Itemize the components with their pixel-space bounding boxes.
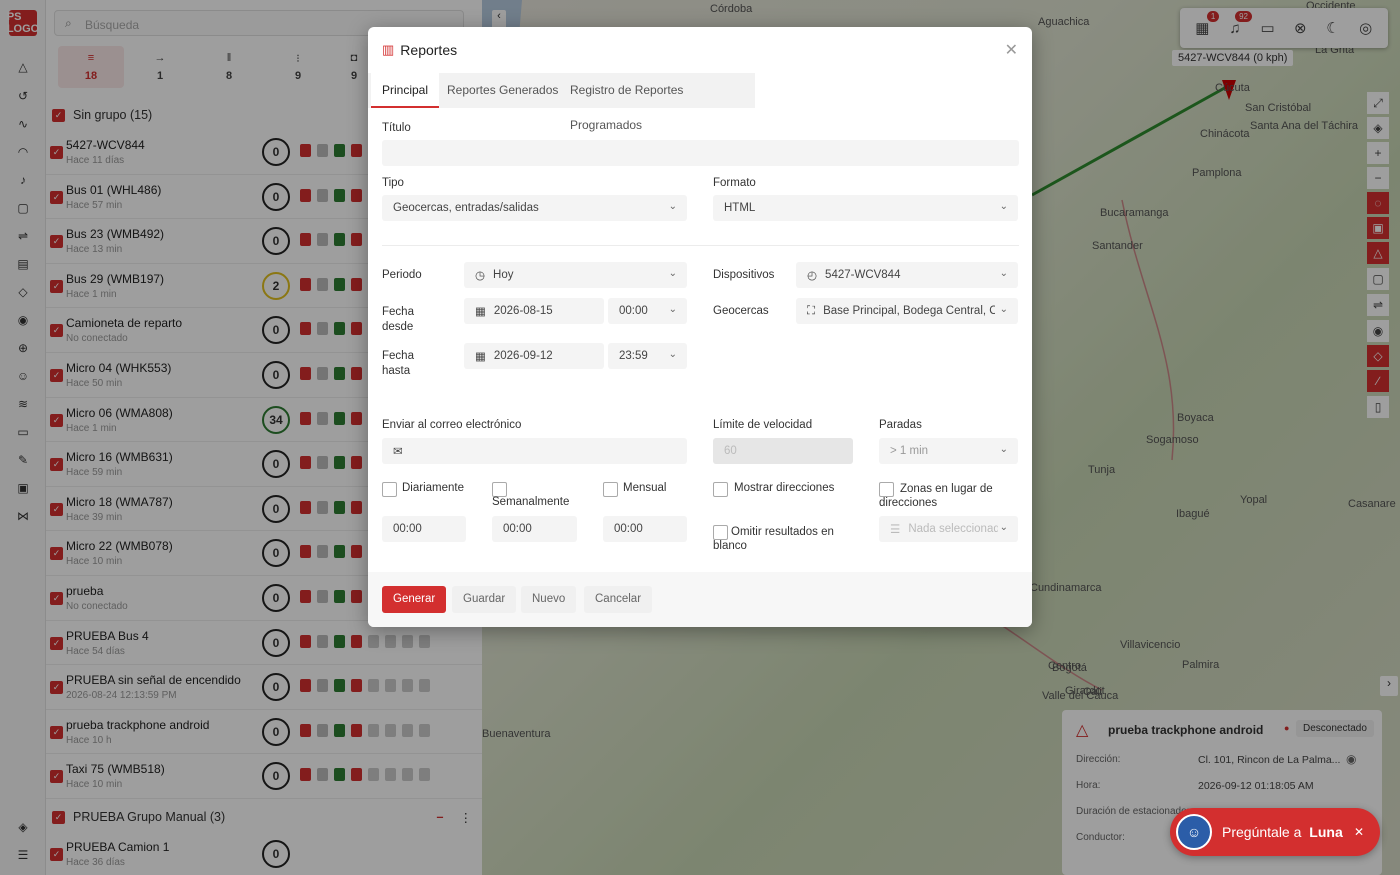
zonas-select-value: Nada seleccionado [908, 523, 999, 535]
limite-placeholder: 60 [724, 445, 737, 457]
tab-principal[interactable]: Principal [371, 73, 440, 108]
tab-bar: Principal Reportes Generados Registro de… [368, 73, 1032, 132]
diario-checkbox[interactable] [382, 482, 397, 497]
mensual-checkbox[interactable] [603, 482, 618, 497]
fecha-desde-label: Fecha desde [382, 306, 414, 333]
dispositivos-value: 5427-WCV844 [825, 269, 901, 281]
geofence-icon: ⛶ [807, 304, 816, 317]
envelope-icon: ✉ [393, 446, 403, 458]
chevron-down-icon: ⌄ [999, 268, 1008, 279]
tab-reportes-generados[interactable]: Reportes Generados [436, 73, 569, 108]
mensual-time[interactable]: 00:00 [603, 516, 687, 542]
semanal-checkbox[interactable] [492, 482, 507, 497]
titulo-input[interactable] [382, 140, 1019, 166]
mensual-label: Mensual [623, 482, 667, 494]
guardar-button[interactable]: Guardar [452, 586, 517, 613]
mostrar-dir-label: Mostrar direcciones [734, 482, 835, 494]
diario-time[interactable]: 00:00 [382, 516, 466, 542]
divider [382, 245, 1019, 246]
device-icon: ◴ [807, 270, 818, 282]
chevron-down-icon: ⌄ [999, 201, 1008, 212]
semanal-time[interactable]: 00:00 [492, 516, 577, 542]
chevron-down-icon: ⌄ [999, 444, 1008, 455]
robot-avatar-icon: ☺ [1176, 814, 1212, 850]
fecha-hasta-time-value: 23:59 [619, 350, 648, 362]
tipo-select[interactable]: Geocercas, entradas/salidas ⌄ [382, 195, 687, 221]
zonas-label: Zonas en lugar de direcciones [879, 483, 993, 509]
clock-icon: ◷ [475, 270, 486, 282]
close-icon[interactable]: ✕ [1354, 825, 1364, 839]
list-icon: ☰ [890, 524, 901, 536]
dispositivos-select[interactable]: ◴ 5427-WCV844 ⌄ [796, 262, 1018, 288]
cancelar-button[interactable]: Cancelar [584, 586, 653, 613]
semanal-time-value: 00:00 [503, 523, 532, 535]
close-icon[interactable]: ✕ [1005, 40, 1018, 60]
tab-bar-spacer [755, 73, 1032, 108]
fecha-hasta-label: Fecha hasta [382, 350, 414, 377]
paradas-value: > 1 min [890, 445, 929, 457]
geocercas-value: Base Principal, Bodega Central, Circ [823, 305, 996, 317]
tab-registro-programados[interactable]: Registro de Reportes Programados [559, 73, 755, 132]
paradas-label: Paradas [879, 419, 922, 431]
mensual-time-value: 00:00 [614, 523, 643, 535]
chevron-down-icon: ⌄ [668, 304, 677, 315]
email-input[interactable]: ✉ [382, 438, 687, 464]
email-label: Enviar al correo electrónico [382, 419, 522, 431]
formato-select[interactable]: HTML ⌄ [713, 195, 1018, 221]
luna-label-prefix: Pregúntale a [1222, 824, 1306, 840]
limite-input[interactable]: 60 [713, 438, 853, 464]
geocercas-select[interactable]: ⛶ Base Principal, Bodega Central, Circ ⌄ [796, 298, 1018, 324]
formato-label: Formato [713, 177, 756, 189]
periodo-label: Periodo [382, 269, 422, 281]
bar-chart-icon: ▥ [382, 42, 395, 57]
periodo-value: Hoy [493, 269, 514, 281]
formato-value: HTML [724, 202, 756, 214]
chevron-down-icon: ⌄ [668, 201, 677, 212]
nuevo-button[interactable]: Nuevo [521, 586, 577, 613]
mostrar-dir-checkbox[interactable] [713, 482, 728, 497]
chevron-down-icon: ⌄ [999, 304, 1008, 315]
paradas-select[interactable]: > 1 min ⌄ [879, 438, 1018, 464]
luna-label-name: Luna [1309, 824, 1343, 840]
limite-label: Límite de velocidad [713, 419, 813, 431]
fecha-desde-time[interactable]: 00:00 ⌄ [608, 298, 687, 324]
diario-time-value: 00:00 [393, 523, 422, 535]
titulo-label: Título [382, 122, 411, 134]
chevron-down-icon: ⌄ [668, 268, 677, 279]
omitir-label: Omitir resultados en blanco [713, 526, 834, 552]
modal-title: Reportes [400, 42, 458, 58]
zonas-select[interactable]: ☰ Nada seleccionado ⌄ [879, 516, 1018, 542]
tipo-label: Tipo [382, 177, 404, 189]
fecha-hasta-time[interactable]: 23:59 ⌄ [608, 343, 687, 369]
diario-label: Diariamente [402, 482, 464, 494]
fecha-desde-time-value: 00:00 [619, 305, 648, 317]
fecha-desde-date-value: 2026-08-15 [493, 305, 553, 317]
fecha-hasta-date[interactable]: ▦ 2026-09-12 [464, 343, 604, 369]
reports-modal: ▥ Reportes ✕ Principal Reportes Generados… [368, 27, 1032, 627]
calendar-icon: ▦ [475, 306, 486, 318]
calendar-icon: ▦ [475, 351, 486, 363]
tipo-value: Geocercas, entradas/salidas [393, 202, 539, 214]
luna-assistant-button[interactable]: ☺ Pregúntale a Luna ✕ [1170, 808, 1380, 856]
chevron-down-icon: ⌄ [668, 349, 677, 360]
geocercas-label: Geocercas [713, 305, 769, 317]
dispositivos-label: Dispositivos [713, 269, 775, 281]
chevron-down-icon: ⌄ [999, 522, 1008, 533]
semanal-label: Semanalmente [492, 496, 570, 508]
fecha-desde-date[interactable]: ▦ 2026-08-15 [464, 298, 604, 324]
fecha-hasta-date-value: 2026-09-12 [493, 350, 553, 362]
generar-button[interactable]: Generar [382, 586, 447, 613]
periodo-select[interactable]: ◷ Hoy ⌄ [464, 262, 687, 288]
